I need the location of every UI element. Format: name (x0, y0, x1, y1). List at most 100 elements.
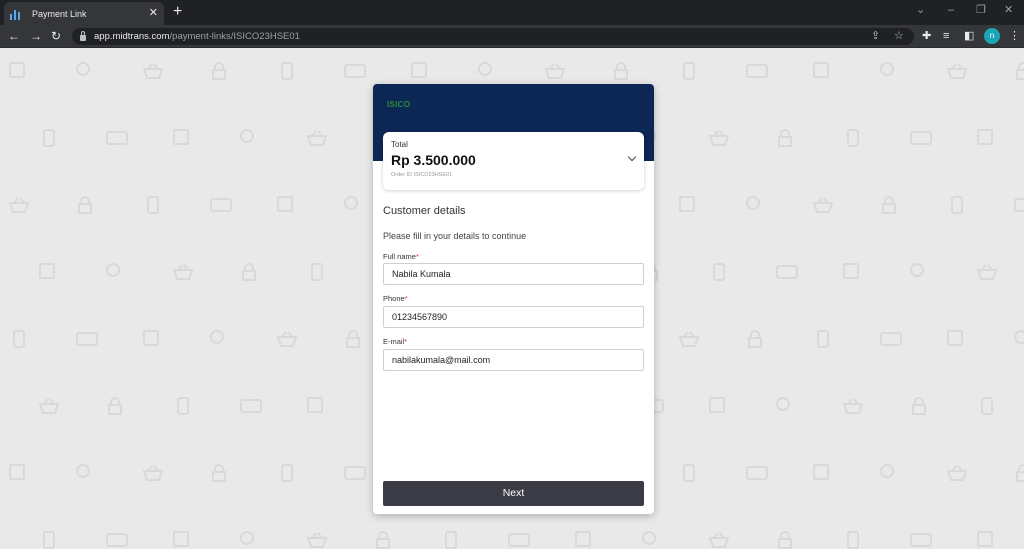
background-pattern-icon (842, 398, 864, 414)
background-pattern-icon (946, 63, 968, 79)
background-pattern-icon (210, 330, 224, 344)
background-pattern-icon (1014, 330, 1024, 344)
background-pattern-icon (508, 533, 530, 547)
order-summary[interactable]: Total Rp 3.500.000 Order ID ISICO23HSE01 (383, 132, 644, 190)
background-pattern-icon (683, 464, 695, 482)
new-tab-icon[interactable]: + (173, 4, 182, 20)
reload-icon[interactable]: ↻ (51, 29, 61, 43)
background-pattern-icon (8, 197, 30, 213)
merchant-logo: ISICO (387, 100, 411, 109)
background-pattern-icon (376, 531, 390, 549)
background-pattern-icon (39, 263, 55, 279)
background-pattern-icon (9, 464, 25, 480)
background-pattern-icon (43, 531, 55, 549)
phone-label: Phone* (383, 294, 408, 303)
background-pattern-icon (708, 532, 730, 548)
background-pattern-icon (106, 533, 128, 547)
background-pattern-icon (951, 196, 963, 214)
background-pattern-icon (306, 532, 328, 548)
background-pattern-icon (177, 397, 189, 415)
background-pattern-icon (1014, 198, 1024, 212)
background-pattern-icon (813, 464, 829, 480)
background-pattern-icon (748, 330, 762, 348)
total-label: Total (391, 140, 408, 149)
address-bar[interactable]: app.midtrans.com/payment-links/ISICO23HS… (72, 28, 914, 45)
background-pattern-icon (1016, 464, 1024, 482)
tab-search-icon[interactable]: ⌄ (916, 5, 925, 16)
background-pattern-icon (281, 62, 293, 80)
background-pattern-icon (78, 196, 92, 214)
background-pattern-icon (746, 466, 768, 480)
background-pattern-icon (709, 397, 725, 413)
background-pattern-icon (281, 464, 293, 482)
midtrans-favicon-icon (10, 8, 24, 20)
background-pattern-icon (817, 330, 829, 348)
background-pattern-icon (847, 129, 859, 147)
background-pattern-icon (411, 62, 427, 78)
browser-tab[interactable]: Payment Link ✕ (4, 2, 164, 25)
background-pattern-icon (910, 131, 932, 145)
side-panel-icon[interactable]: ◧ (964, 29, 974, 43)
order-id: Order ID ISICO23HSE01 (391, 172, 453, 178)
tab-close-icon[interactable]: ✕ (149, 8, 158, 19)
background-pattern-icon (76, 332, 98, 346)
section-title: Customer details (383, 205, 466, 217)
extensions-icon[interactable]: ✚ (922, 29, 931, 43)
background-pattern-icon (776, 397, 790, 411)
background-pattern-icon (642, 531, 656, 545)
background-pattern-icon (977, 129, 993, 145)
background-pattern-icon (713, 263, 725, 281)
background-pattern-icon (76, 464, 90, 478)
background-pattern-icon (277, 196, 293, 212)
minimize-icon[interactable]: – (948, 5, 954, 16)
profile-avatar[interactable]: n (984, 28, 1000, 44)
share-icon[interactable]: ⇪ (871, 29, 880, 43)
background-pattern-icon (880, 62, 894, 76)
background-pattern-icon (679, 196, 695, 212)
background-pattern-icon (880, 332, 902, 346)
background-pattern-icon (683, 62, 695, 80)
background-pattern-icon (242, 263, 256, 281)
background-pattern-icon (445, 531, 457, 549)
full-name-input[interactable] (383, 263, 644, 285)
restore-icon[interactable]: ❐ (976, 5, 986, 16)
reading-list-icon[interactable]: ≡ (943, 29, 949, 43)
background-pattern-icon (778, 531, 792, 549)
star-icon[interactable]: ☆ (894, 29, 904, 43)
background-pattern-icon (108, 397, 122, 415)
background-pattern-icon (43, 129, 55, 147)
background-pattern-icon (344, 64, 366, 78)
background-pattern-icon (882, 196, 896, 214)
lock-icon[interactable] (80, 30, 86, 41)
tab-title: Payment Link (32, 8, 87, 19)
back-icon[interactable]: ← (8, 29, 20, 43)
background-pattern-icon (142, 465, 164, 481)
background-pattern-icon (9, 62, 25, 78)
next-button[interactable]: Next (383, 481, 644, 506)
payment-card: ISICO Total Rp 3.500.000 Order ID ISICO2… (373, 84, 654, 514)
background-pattern-icon (306, 130, 328, 146)
background-pattern-icon (147, 196, 159, 214)
forward-icon[interactable]: → (30, 29, 42, 43)
background-pattern-icon (311, 263, 323, 281)
background-pattern-icon (678, 331, 700, 347)
background-pattern-icon (708, 130, 730, 146)
background-pattern-icon (240, 399, 262, 413)
total-amount: Rp 3.500.000 (391, 152, 476, 168)
url-path: /payment-links/ISICO23HSE01 (169, 31, 300, 42)
background-pattern-icon (812, 197, 834, 213)
background-pattern-icon (947, 330, 963, 346)
background-pattern-icon (746, 64, 768, 78)
phone-input[interactable] (383, 306, 644, 328)
menu-icon[interactable]: ⋮ (1009, 29, 1020, 43)
background-pattern-icon (910, 263, 924, 277)
background-pattern-icon (1016, 62, 1024, 80)
background-pattern-icon (981, 397, 993, 415)
background-pattern-icon (212, 464, 226, 482)
background-pattern-icon (240, 129, 254, 143)
email-input[interactable] (383, 349, 644, 371)
window-close-icon[interactable]: ✕ (1004, 5, 1013, 16)
url-host: app.midtrans.com (94, 31, 170, 42)
background-pattern-icon (106, 131, 128, 145)
background-pattern-icon (946, 465, 968, 481)
